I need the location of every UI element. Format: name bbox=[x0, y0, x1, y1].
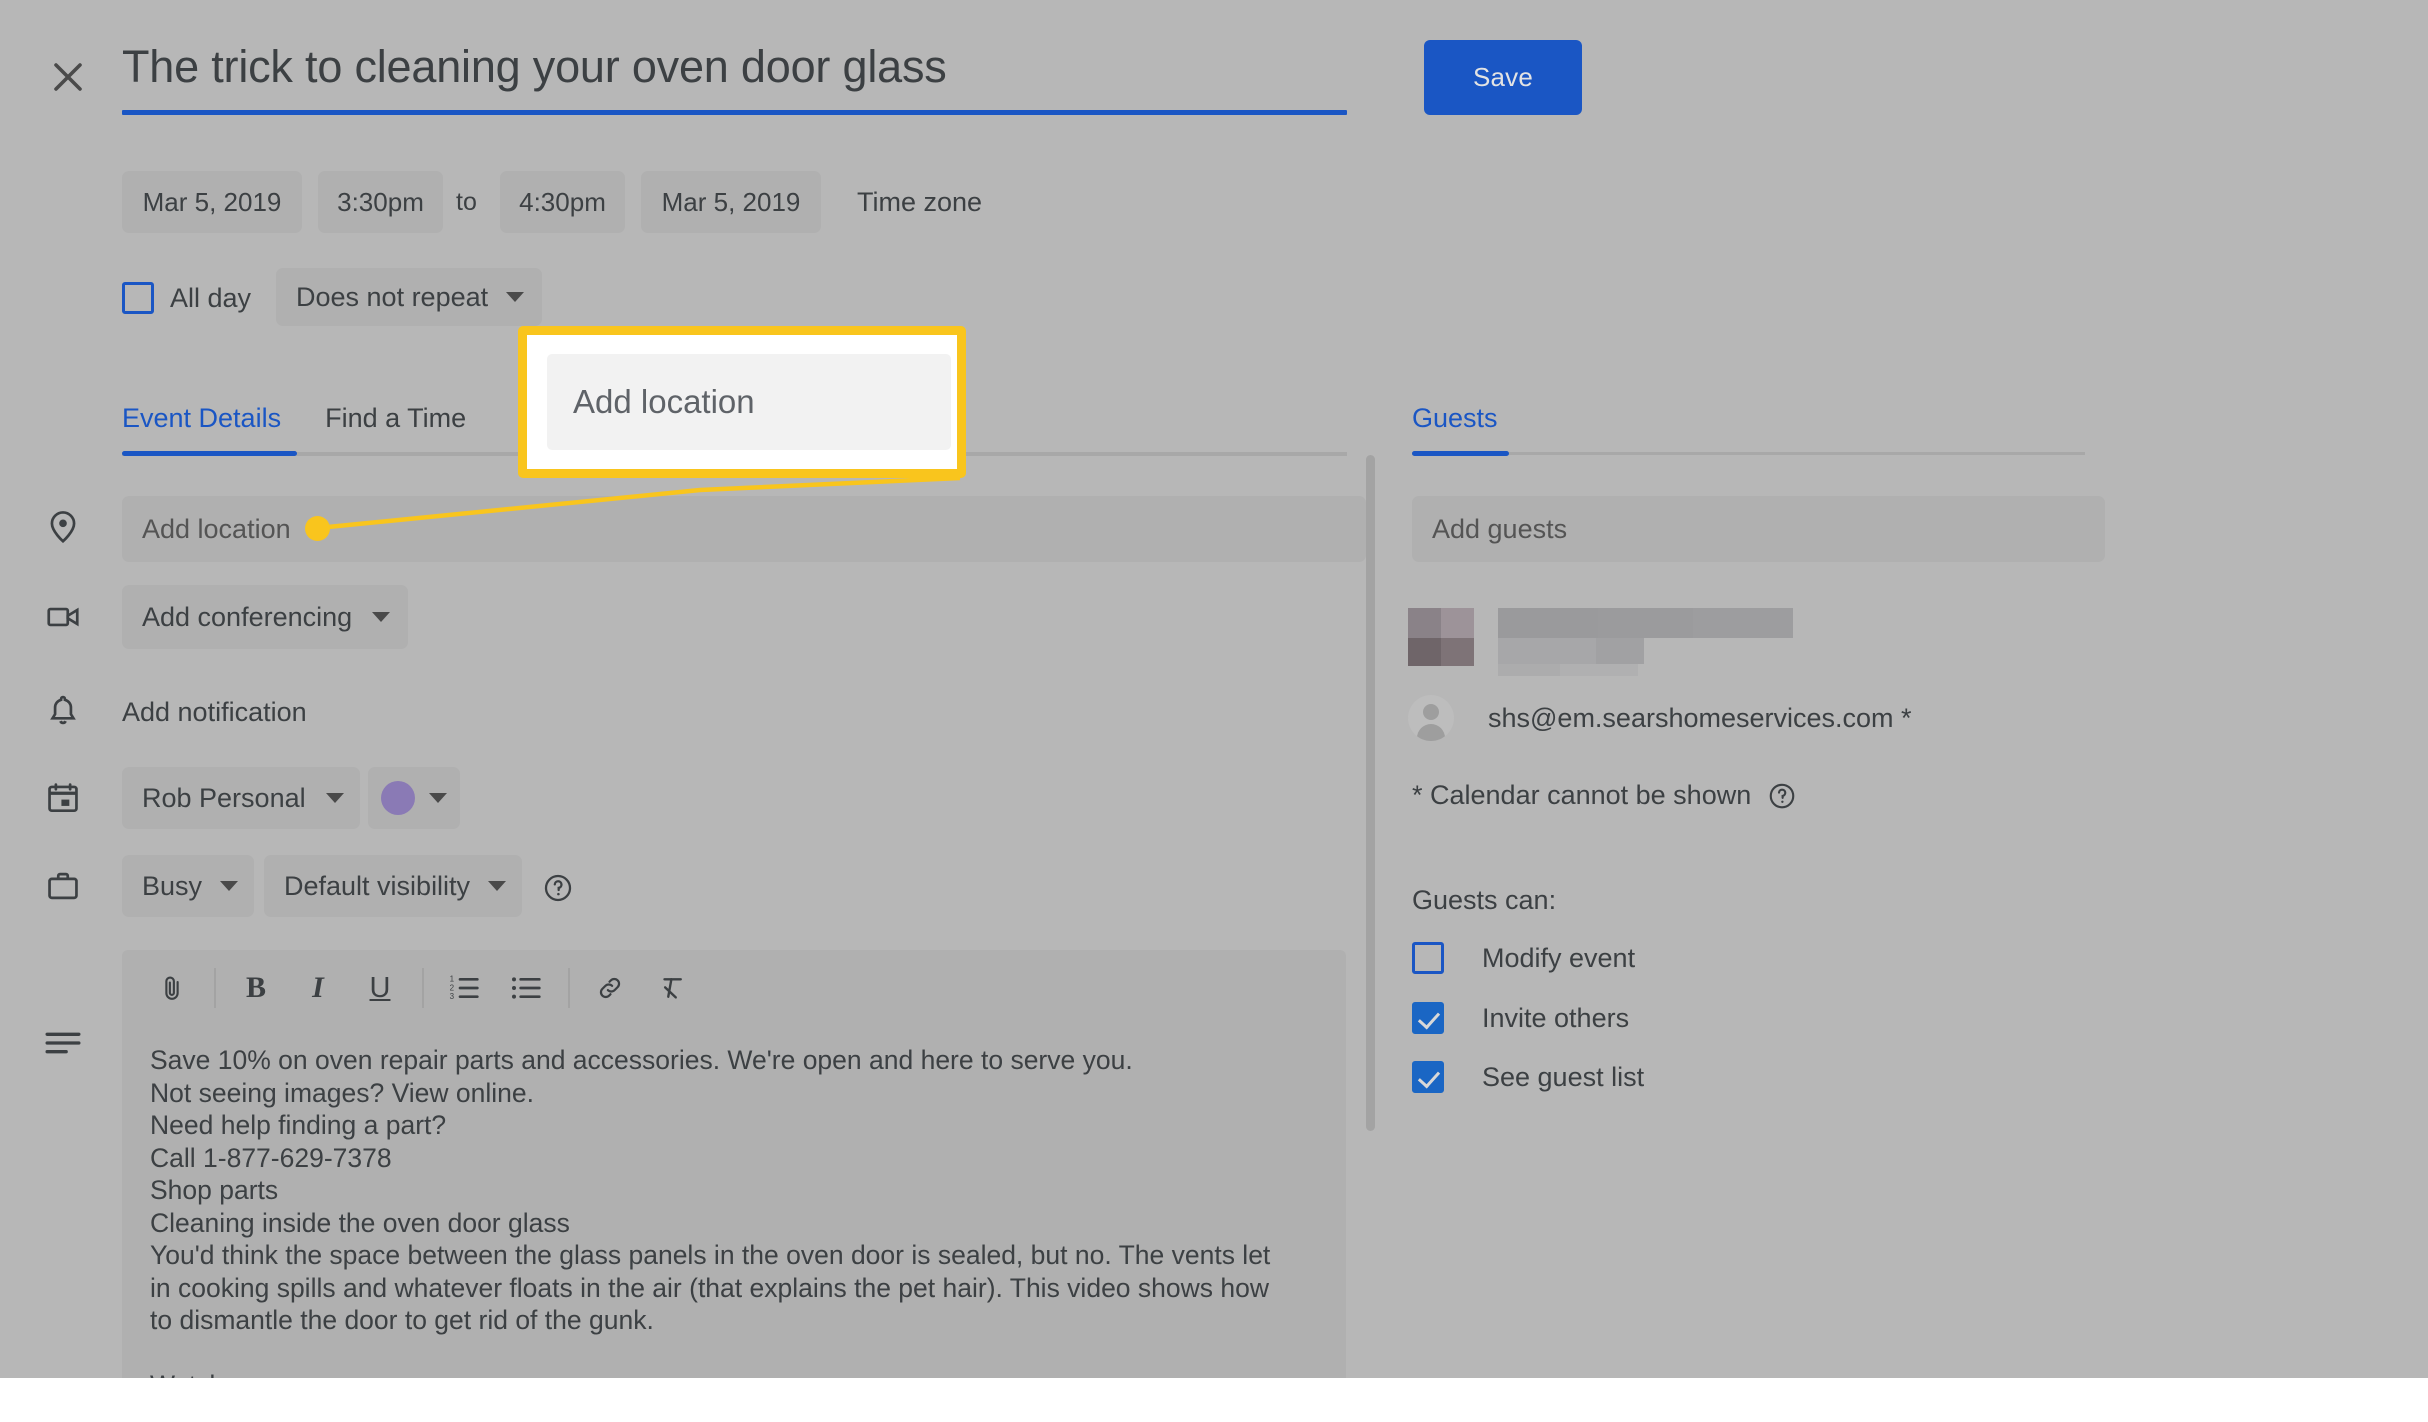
modify-event-checkbox[interactable] bbox=[1412, 942, 1444, 974]
add-notification-button[interactable]: Add notification bbox=[122, 690, 307, 734]
event-editor-dimmed-surface: The trick to cleaning your oven door gla… bbox=[0, 0, 2428, 1378]
page-bottom-strip bbox=[0, 1378, 2428, 1422]
bold-icon[interactable]: B bbox=[230, 962, 282, 1014]
description-editor[interactable]: B I U 1 2 3 Save 10% on oven repair part… bbox=[122, 950, 1346, 1378]
conferencing-label: Add conferencing bbox=[142, 601, 353, 632]
chevron-down-icon bbox=[325, 793, 344, 803]
invite-others-checkbox[interactable] bbox=[1412, 1002, 1444, 1034]
guests-tab-divider bbox=[1412, 451, 2085, 456]
person-avatar-icon bbox=[1408, 695, 1454, 741]
blurred-guest-avatar bbox=[1408, 608, 1474, 666]
permission-label: Modify event bbox=[1482, 942, 1636, 973]
tab-guests[interactable]: Guests bbox=[1412, 403, 1498, 452]
underline-icon[interactable]: U bbox=[354, 962, 406, 1014]
all-day-label: All day bbox=[170, 282, 252, 313]
calendar-label: Rob Personal bbox=[142, 782, 306, 813]
guests-can-label: Guests can: bbox=[1412, 885, 1557, 915]
guest-list-item: shs@em.searshomeservices.com * bbox=[1408, 695, 1912, 741]
visibility-dropdown[interactable]: Default visibility bbox=[264, 855, 523, 917]
active-tab-indicator bbox=[122, 451, 297, 456]
guests-panel-tabs: Guests bbox=[1412, 403, 2085, 456]
save-button[interactable]: Save bbox=[1424, 40, 1582, 115]
permission-label: See guest list bbox=[1482, 1061, 1645, 1092]
start-date-chip[interactable]: Mar 5, 2019 bbox=[122, 171, 302, 233]
svg-text:2: 2 bbox=[450, 983, 455, 992]
recurrence-dropdown[interactable]: Does not repeat bbox=[276, 268, 543, 326]
calendar-note-label: * Calendar cannot be shown bbox=[1412, 780, 1752, 810]
video-camera-icon bbox=[44, 598, 82, 636]
help-circle-icon[interactable] bbox=[542, 872, 574, 904]
description-text[interactable]: Save 10% on oven repair parts and access… bbox=[122, 1026, 1346, 1378]
recurrence-label: Does not repeat bbox=[296, 281, 489, 312]
calendar-selector-dropdown[interactable]: Rob Personal bbox=[122, 767, 360, 829]
event-color-swatch bbox=[381, 781, 415, 815]
chevron-down-icon bbox=[372, 612, 391, 622]
event-color-dropdown[interactable] bbox=[368, 767, 460, 829]
start-time-chip[interactable]: 3:30pm bbox=[318, 171, 443, 233]
bell-icon bbox=[44, 692, 82, 730]
clear-formatting-icon[interactable] bbox=[646, 962, 698, 1014]
busy-status-dropdown[interactable]: Busy bbox=[122, 855, 255, 917]
chevron-down-icon bbox=[220, 881, 239, 891]
screenshot-root: The trick to cleaning your oven door gla… bbox=[0, 0, 2428, 1422]
calendar-note-row: * Calendar cannot be shown bbox=[1412, 780, 1797, 811]
guest-email-label: shs@em.searshomeservices.com * bbox=[1488, 702, 1912, 733]
end-date-chip[interactable]: Mar 5, 2019 bbox=[641, 171, 821, 233]
time-zone-button[interactable]: Time zone bbox=[857, 171, 982, 233]
help-circle-icon[interactable] bbox=[1767, 781, 1797, 811]
description-lines-icon bbox=[44, 1030, 82, 1068]
see-guest-list-checkbox[interactable] bbox=[1412, 1061, 1444, 1093]
calendar-icon bbox=[44, 779, 82, 817]
callout-magnifier: Add location bbox=[518, 326, 966, 478]
all-day-row[interactable]: All day bbox=[122, 272, 251, 324]
location-pin-icon bbox=[44, 508, 82, 546]
add-guests-input[interactable]: Add guests bbox=[1412, 496, 2105, 562]
tab-event-details[interactable]: Event Details bbox=[122, 403, 281, 452]
svg-text:3: 3 bbox=[450, 992, 455, 1001]
title-focus-underline bbox=[122, 110, 1347, 115]
permission-see-guest-list[interactable]: See guest list bbox=[1412, 1061, 1644, 1093]
link-icon[interactable] bbox=[584, 962, 636, 1014]
busy-label: Busy bbox=[142, 870, 203, 901]
formatting-toolbar: B I U 1 2 3 bbox=[122, 950, 1346, 1026]
visibility-label: Default visibility bbox=[284, 870, 471, 901]
callout-text: Add location bbox=[547, 354, 951, 450]
permission-modify-event[interactable]: Modify event bbox=[1412, 942, 1635, 974]
toolbar-divider bbox=[422, 968, 424, 1008]
active-tab-indicator bbox=[1412, 451, 1509, 456]
all-day-checkbox[interactable] bbox=[122, 282, 154, 314]
toolbar-divider bbox=[214, 968, 216, 1008]
end-time-chip[interactable]: 4:30pm bbox=[500, 171, 625, 233]
chevron-down-icon bbox=[488, 881, 507, 891]
callout-anchor-dot bbox=[305, 516, 330, 541]
tab-find-a-time[interactable]: Find a Time bbox=[325, 403, 466, 452]
add-conferencing-dropdown[interactable]: Add conferencing bbox=[122, 585, 409, 649]
to-label: to bbox=[456, 187, 477, 216]
toolbar-divider bbox=[568, 968, 570, 1008]
close-icon[interactable] bbox=[44, 53, 92, 101]
bulleted-list-icon[interactable] bbox=[500, 962, 552, 1014]
permission-label: Invite others bbox=[1482, 1002, 1630, 1033]
event-title-field[interactable]: The trick to cleaning your oven door gla… bbox=[122, 38, 1347, 115]
italic-icon[interactable]: I bbox=[292, 962, 344, 1014]
attach-icon[interactable] bbox=[146, 962, 198, 1014]
vertical-scrollbar[interactable] bbox=[1366, 455, 1375, 1131]
svg-text:1: 1 bbox=[450, 975, 455, 984]
permission-invite-others[interactable]: Invite others bbox=[1412, 1002, 1629, 1034]
chevron-down-icon bbox=[429, 793, 447, 803]
chevron-down-icon bbox=[506, 292, 525, 302]
numbered-list-icon[interactable]: 1 2 3 bbox=[438, 962, 490, 1014]
page-title[interactable]: The trick to cleaning your oven door gla… bbox=[122, 38, 1347, 110]
briefcase-icon bbox=[44, 867, 82, 905]
